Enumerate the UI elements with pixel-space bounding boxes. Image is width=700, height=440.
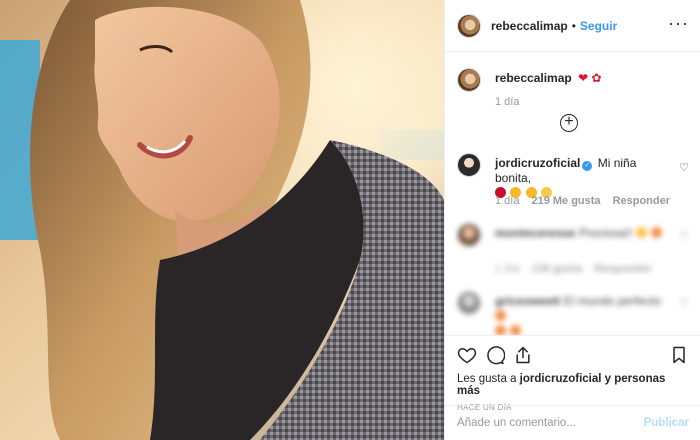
comment-bubble-icon[interactable] — [485, 345, 505, 365]
share-upload-icon[interactable] — [513, 345, 533, 365]
post-header: rebeccalimap • Seguir ··· — [445, 0, 700, 52]
comment-username[interactable]: gricesweeti — [495, 294, 560, 308]
post-photo[interactable] — [0, 0, 444, 440]
comment-text: El mundo perfecto — [563, 294, 662, 308]
red-heart-icon: ❤ — [578, 71, 589, 85]
follow-button[interactable]: Seguir — [580, 19, 617, 33]
emoji-icon — [495, 325, 506, 335]
caption-meta: 1 día — [495, 96, 519, 108]
comment-body: gricesweeti El mundo perfecto — [495, 294, 665, 335]
comment-username[interactable]: jordicruzoficial — [495, 156, 580, 170]
comment-likes[interactable]: 219 Me gusta — [531, 195, 600, 207]
emoji-icon — [635, 227, 647, 238]
emoji-icon — [495, 310, 506, 321]
comment-time[interactable]: 1 día — [495, 263, 519, 275]
side-panel: rebeccalimap • Seguir ··· rebeccalimap ❤… — [444, 0, 700, 440]
publish-button[interactable]: Publicar — [644, 417, 689, 429]
caption-avatar[interactable] — [457, 68, 481, 92]
emoji-icon — [651, 227, 663, 238]
comment-text: Preciosa!! — [579, 226, 633, 240]
comment-body: monteceresse Preciosa!! — [495, 226, 665, 241]
load-more-comments-icon[interactable]: + — [560, 114, 578, 132]
likes-prefix: Les gusta a — [457, 373, 517, 385]
caption-username[interactable]: rebeccalimap — [495, 71, 572, 85]
comment-meta: 1 día 136 gusta Responder — [495, 263, 652, 275]
likes-user-link[interactable]: jordicruzoficial — [520, 373, 602, 385]
comment-avatar[interactable] — [457, 223, 481, 247]
comment-like-icon[interactable]: ♡ — [679, 229, 689, 242]
comment-like-icon[interactable]: ♡ — [679, 297, 689, 310]
comment-avatar[interactable] — [457, 153, 481, 177]
reply-button[interactable]: Responder — [613, 195, 670, 207]
reply-button[interactable]: Responder — [594, 263, 651, 275]
more-options-icon[interactable]: ··· — [668, 14, 689, 34]
comment-like-icon[interactable]: ♡ — [679, 161, 689, 174]
author-avatar[interactable] — [457, 13, 481, 38]
comments-list[interactable]: rebeccalimap ❤ ✿ 1 día + jordicruzoficia… — [445, 53, 700, 335]
comment-time[interactable]: 1 día — [495, 195, 519, 207]
comment-input[interactable]: Añade un comentario... — [457, 417, 644, 429]
post-actions: Les gusta a jordicruzoficial y personas … — [445, 335, 700, 412]
comment-likes[interactable]: 136 gusta — [531, 263, 582, 275]
caption-time[interactable]: 1 día — [495, 96, 519, 108]
like-heart-icon[interactable] — [457, 345, 477, 365]
bookmark-icon[interactable] — [669, 345, 689, 365]
add-comment-bar: Añade un comentario... Publicar — [445, 405, 700, 440]
instagram-post: rebeccalimap • Seguir ··· rebeccalimap ❤… — [0, 0, 700, 440]
author-username[interactable]: rebeccalimap — [491, 19, 568, 33]
emoji-icon — [510, 325, 522, 335]
comment-avatar[interactable] — [457, 291, 481, 315]
verified-badge-icon: ✓ — [582, 161, 593, 171]
rose-icon: ✿ — [591, 71, 602, 85]
post-image — [0, 0, 444, 440]
separator-dot: • — [571, 18, 576, 33]
likes-summary: Les gusta a jordicruzoficial y personas … — [457, 373, 689, 397]
comment-username[interactable]: monteceresse — [495, 226, 576, 240]
caption-body: rebeccalimap ❤ ✿ — [495, 71, 665, 86]
action-icons — [457, 344, 689, 366]
comment-meta: 1 día 219 Me gusta Responder — [495, 195, 670, 207]
